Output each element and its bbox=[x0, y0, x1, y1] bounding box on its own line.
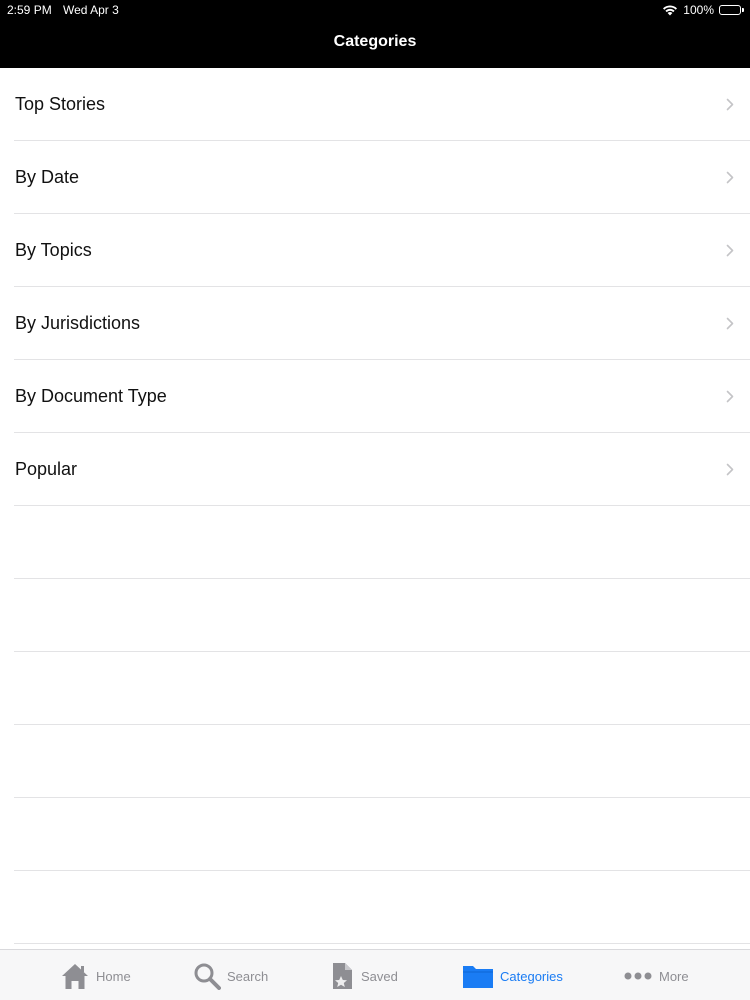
chevron-right-icon bbox=[726, 390, 734, 403]
list-item-label: By Document Type bbox=[15, 386, 167, 406]
top-bar: 2:59 PM Wed Apr 3 100% Categories bbox=[0, 0, 750, 68]
list-item-label: By Topics bbox=[15, 240, 92, 260]
list-item[interactable]: By Topics bbox=[0, 214, 750, 287]
empty-row bbox=[0, 871, 750, 944]
empty-row bbox=[0, 798, 750, 871]
wifi-icon bbox=[662, 4, 678, 16]
more-dots-icon bbox=[623, 971, 653, 981]
page-title: Categories bbox=[333, 33, 417, 50]
list-item[interactable]: By Document Type bbox=[0, 360, 750, 433]
chevron-right-icon bbox=[726, 463, 734, 476]
list-item-label: By Jurisdictions bbox=[15, 313, 141, 333]
tab-search[interactable]: Search bbox=[193, 961, 268, 991]
tab-more[interactable]: More bbox=[623, 961, 689, 991]
list-item-label: Popular bbox=[15, 459, 78, 479]
chevron-right-icon bbox=[726, 171, 734, 184]
status-time: 2:59 PM bbox=[7, 3, 52, 17]
search-icon bbox=[193, 962, 221, 990]
chevron-right-icon bbox=[726, 98, 734, 111]
chevron-right-icon bbox=[726, 317, 734, 330]
screen: 2:59 PM Wed Apr 3 100% Categories Top St… bbox=[0, 0, 750, 1000]
tab-categories[interactable]: Categories bbox=[462, 961, 563, 991]
tab-saved[interactable]: Saved bbox=[331, 961, 398, 991]
tab-label: Categories bbox=[500, 968, 563, 984]
status-bar: 2:59 PM Wed Apr 3 100% bbox=[0, 0, 750, 20]
list-item-label: By Date bbox=[15, 167, 80, 187]
folder-icon bbox=[462, 963, 494, 989]
tab-bar: Home Search Saved Categories More bbox=[0, 949, 750, 1000]
list-item[interactable]: Popular bbox=[0, 433, 750, 506]
tab-label: Search bbox=[227, 968, 269, 984]
list-item[interactable]: By Jurisdictions bbox=[0, 287, 750, 360]
status-date: Wed Apr 3 bbox=[63, 3, 119, 17]
tab-label: Home bbox=[96, 968, 131, 984]
empty-row bbox=[0, 652, 750, 725]
chevron-right-icon bbox=[726, 244, 734, 257]
empty-row bbox=[0, 725, 750, 798]
tab-label: More bbox=[659, 968, 689, 984]
tab-label: Saved bbox=[361, 968, 398, 984]
list-item-label: Top Stories bbox=[15, 94, 106, 114]
saved-document-icon bbox=[331, 962, 355, 990]
categories-list: Top Stories By Date By Topics By Jurisdicti… bbox=[0, 68, 750, 944]
status-indicators: 100% bbox=[662, 2, 744, 18]
battery-icon bbox=[719, 5, 744, 15]
tab-home[interactable]: Home bbox=[60, 961, 131, 991]
empty-row bbox=[0, 579, 750, 652]
battery-percentage: 100% bbox=[683, 3, 714, 17]
list-item[interactable]: Top Stories bbox=[0, 68, 750, 141]
empty-row bbox=[0, 506, 750, 579]
list-item[interactable]: By Date bbox=[0, 141, 750, 214]
home-icon bbox=[60, 962, 90, 990]
